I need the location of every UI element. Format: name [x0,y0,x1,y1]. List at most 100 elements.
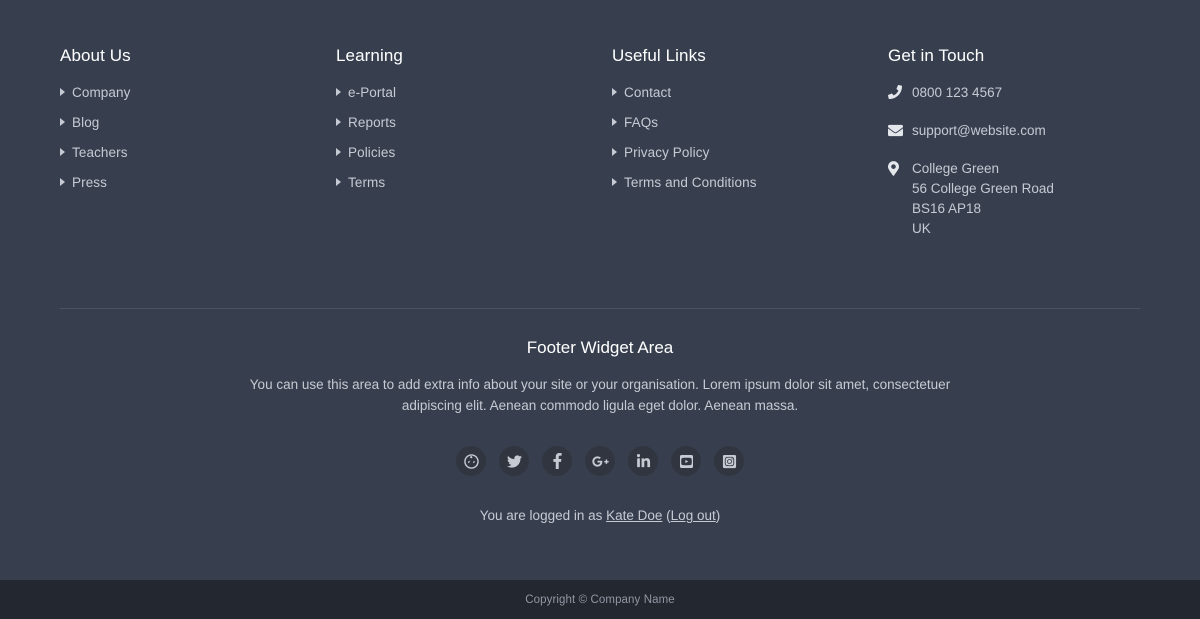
logout-link[interactable]: Log out [671,508,716,523]
footer-link-label: Terms [348,175,386,191]
list-item: Blog [60,113,336,132]
social-link-google-plus[interactable] [585,446,615,477]
social-link-linkedin[interactable] [628,446,658,477]
column-title-about-us: About Us [60,46,131,65]
footer-link-blog[interactable]: Blog [60,113,99,132]
google-plus-icon [591,456,609,467]
linkedin-icon [636,453,650,468]
list-item: FAQs [612,113,888,132]
footer-link-teachers[interactable]: Teachers [60,143,128,162]
copyright-text: Copyright © Company Name [525,593,675,606]
footer-widget-title: Footer Widget Area [526,338,674,357]
site-footer: About Us Company Blog Teachers Press Lea… [0,0,1200,619]
column-title-useful-links: Useful Links [612,46,706,65]
footer-link-terms[interactable]: Terms [336,173,385,192]
social-link-twitter[interactable] [499,446,529,477]
footer-link-reports[interactable]: Reports [336,113,396,132]
caret-right-icon [336,88,341,97]
footer-column-useful-links: Useful Links Contact FAQs Privacy Policy… [612,46,888,203]
logged-in-prefix: You are logged in as [479,508,607,524]
footer-link-terms-and-conditions[interactable]: Terms and Conditions [612,173,757,192]
footer-main-region: About Us Company Blog Teachers Press Lea… [0,0,1200,580]
twitter-icon [506,455,522,468]
current-user-link[interactable]: Kate Doe [606,508,662,523]
social-link-youtube[interactable] [671,446,701,477]
caret-right-icon [60,88,65,97]
map-pin-icon [888,159,912,177]
footer-link-press[interactable]: Press [60,173,107,192]
social-links-row [60,446,1140,477]
contact-row-email: support@website.com [888,121,1140,141]
list-item: Policies [336,143,612,162]
footer-link-label: Terms and Conditions [624,175,757,191]
facebook-icon [552,453,562,470]
address-line: BS16 AP18 [912,201,982,217]
footer-column-about-us: About Us Company Blog Teachers Press [60,46,336,203]
globe-icon [463,454,479,469]
contact-row-address: College Green 56 College Green Road BS16… [888,159,1140,239]
footer-link-label: Teachers [72,145,128,161]
footer-link-privacy-policy[interactable]: Privacy Policy [612,143,709,162]
close-paren: ) [715,508,721,524]
footer-link-contact[interactable]: Contact [612,83,671,102]
contact-address-value: College Green 56 College Green Road BS16… [912,159,1140,239]
footer-columns: About Us Company Blog Teachers Press Lea… [60,0,1140,239]
column-title-learning: Learning [336,46,403,65]
link-list-learning: e-Portal Reports Policies Terms [336,83,612,192]
list-item: Terms and Conditions [612,173,888,192]
footer-widget-text: You can use this area to add extra info … [249,377,951,414]
list-item: Privacy Policy [612,143,888,162]
footer-link-policies[interactable]: Policies [336,143,395,162]
footer-link-label: Privacy Policy [624,145,710,161]
footer-link-faqs[interactable]: FAQs [612,113,658,132]
caret-right-icon [612,88,617,97]
footer-link-label: Blog [72,115,100,131]
logged-in-status: You are logged in as Kate Doe (Log out) [60,506,1140,526]
address-line: College Green [912,161,1000,177]
list-item: Teachers [60,143,336,162]
caret-right-icon [60,118,65,127]
address-line: UK [912,221,931,237]
contact-row-phone: 0800 123 4567 [888,83,1140,103]
contact-phone-value: 0800 123 4567 [912,85,1003,101]
caret-right-icon [60,178,65,187]
youtube-icon [679,454,693,468]
list-item: Company [60,83,336,102]
social-link-instagram[interactable] [714,446,744,477]
open-paren: ( [662,508,671,524]
column-title-get-in-touch: Get in Touch [888,46,985,65]
link-list-about-us: Company Blog Teachers Press [60,83,336,192]
footer-link-label: Contact [624,85,672,101]
phone-icon [888,83,912,100]
instagram-icon [722,454,736,468]
link-list-useful-links: Contact FAQs Privacy Policy Terms and Co… [612,83,888,192]
footer-column-get-in-touch: Get in Touch 0800 123 4567 support@websi… [888,46,1140,239]
caret-right-icon [336,118,341,127]
list-item: Press [60,173,336,192]
footer-link-label: Policies [348,145,396,161]
caret-right-icon [336,178,341,187]
list-item: Contact [612,83,888,102]
copyright-bar: Copyright © Company Name [0,580,1200,619]
footer-link-label: e-Portal [348,85,397,101]
list-item: e-Portal [336,83,612,102]
list-item: Reports [336,113,612,132]
footer-column-learning: Learning e-Portal Reports Policies Terms [336,46,612,203]
list-item: Terms [336,173,612,192]
footer-widget-area: Footer Widget Area You can use this area… [60,308,1140,526]
footer-link-label: Company [72,85,131,101]
caret-right-icon [336,148,341,157]
caret-right-icon [612,118,617,127]
footer-link-e-portal[interactable]: e-Portal [336,83,396,102]
contact-email-value: support@website.com [912,123,1046,139]
footer-link-label: Reports [348,115,396,131]
caret-right-icon [612,178,617,187]
envelope-icon [888,121,912,138]
social-link-facebook[interactable] [542,446,572,477]
social-link-website[interactable] [456,446,486,477]
caret-right-icon [612,148,617,157]
address-line: 56 College Green Road [912,181,1054,197]
footer-link-label: Press [72,175,108,191]
footer-link-company[interactable]: Company [60,83,130,102]
caret-right-icon [60,148,65,157]
